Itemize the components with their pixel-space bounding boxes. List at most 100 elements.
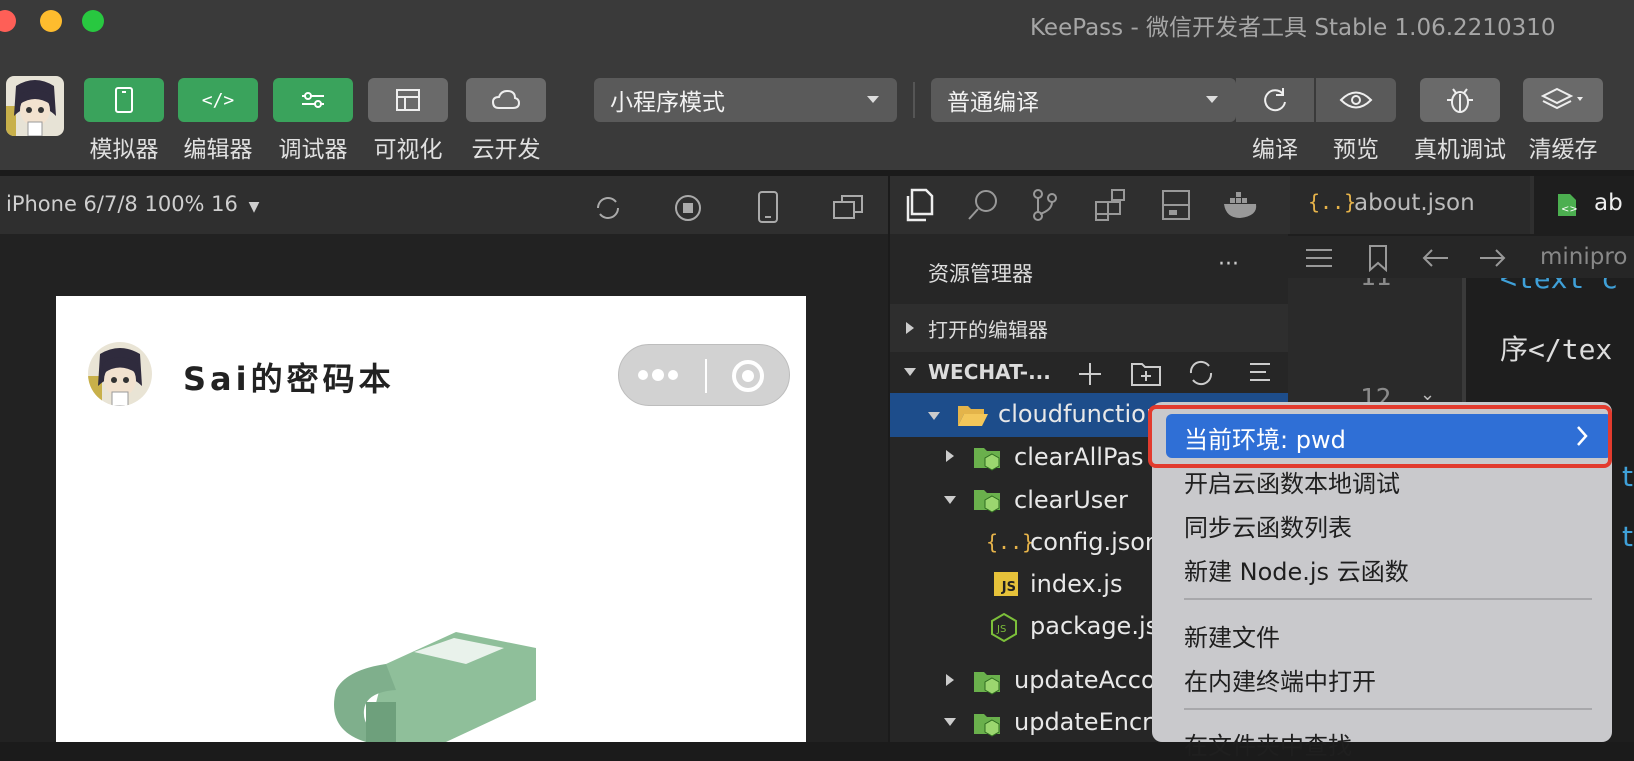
highlight-annotation: [1148, 405, 1612, 468]
folder-open-icon: [958, 406, 988, 426]
debugger-button[interactable]: [273, 78, 353, 122]
breadcrumb[interactable]: minipro: [1540, 244, 1627, 270]
user-avatar[interactable]: [6, 76, 64, 136]
arrow-left-icon[interactable]: [1420, 246, 1450, 270]
book-icon: [334, 632, 536, 742]
app-title: Sai的密码本: [183, 360, 395, 398]
cloud-function-folder-open-icon: [974, 714, 1000, 737]
close-app-button[interactable]: [731, 359, 765, 397]
chevron-down-icon: [904, 368, 916, 376]
cloud-function-folder-open-icon: [974, 490, 1000, 513]
stop-icon[interactable]: [672, 192, 704, 224]
menu-item-find-in-folder[interactable]: 在文件夹中查找: [1184, 726, 1352, 761]
bookmark-icon[interactable]: [1366, 244, 1390, 272]
remote-debug-button[interactable]: [1420, 78, 1500, 122]
tree-item-index-js[interactable]: index.js: [1030, 570, 1122, 598]
eye-icon: [1339, 91, 1373, 109]
collapse-all-icon[interactable]: [1244, 358, 1274, 388]
tree-item-updateacco[interactable]: updateAcco: [1014, 666, 1156, 694]
list-icon[interactable]: [1304, 246, 1334, 270]
menu-separator: [1184, 708, 1592, 710]
mode-select-value: 小程序模式: [610, 90, 725, 116]
mode-select[interactable]: 小程序模式: [594, 78, 897, 122]
app-avatar: [88, 342, 152, 406]
layout-icon: [396, 89, 420, 111]
source-control-icon[interactable]: [1030, 188, 1060, 222]
open-editors-label: 打开的编辑器: [928, 318, 1048, 342]
new-folder-icon[interactable]: [1130, 358, 1162, 388]
preview-label: 预览: [1333, 137, 1379, 163]
menu-item-local-debug[interactable]: 开启云函数本地调试: [1184, 464, 1400, 499]
tree-item-config-json[interactable]: config.json: [1030, 528, 1160, 556]
preview-button[interactable]: [1316, 78, 1396, 122]
menu-item-new-node-function[interactable]: 新建 Node.js 云函数: [1184, 552, 1409, 587]
layers-icon: [1541, 87, 1583, 110]
clear-cache-label: 清缓存: [1528, 137, 1598, 163]
tree-item-cloudfunction[interactable]: cloudfunction: [998, 400, 1161, 428]
arrow-right-icon[interactable]: [1478, 246, 1508, 270]
device-select[interactable]: iPhone 6/7/8 100% 16 ▼: [6, 192, 259, 216]
menu-item-sync-list[interactable]: 同步云函数列表: [1184, 508, 1352, 543]
code-line: 序</tex: [1500, 333, 1613, 366]
simulator-label: 模拟器: [89, 137, 159, 163]
menu-item-new-file[interactable]: 新建文件: [1184, 618, 1280, 653]
compile-select[interactable]: 普通编译: [931, 78, 1236, 122]
cloud-function-folder-icon: [974, 448, 1000, 471]
cloud-dev-label: 云开发: [471, 137, 541, 163]
compile-label: 编译: [1252, 137, 1298, 163]
caret-down-icon: ▼: [248, 199, 260, 215]
extensions-icon[interactable]: [1094, 188, 1128, 222]
more-options-button[interactable]: [637, 365, 683, 389]
code-icon: </>: [201, 89, 235, 111]
new-file-icon[interactable]: [1076, 360, 1104, 388]
cloud-icon: [491, 89, 521, 109]
device-icon[interactable]: [755, 190, 781, 224]
tab-label: about.json: [1354, 190, 1475, 216]
device-select-value: iPhone 6/7/8 100% 16: [6, 192, 238, 216]
node-file-icon: JS: [991, 612, 1017, 642]
tab-label: ab: [1594, 190, 1623, 216]
docker-icon[interactable]: [1222, 190, 1262, 220]
zoom-window-button[interactable]: [82, 10, 104, 32]
tree-item-clearuser[interactable]: clearUser: [1014, 486, 1128, 514]
debugger-label: 调试器: [278, 137, 348, 163]
minimize-window-button[interactable]: [40, 10, 62, 32]
cloud-function-folder-icon: [974, 672, 1000, 695]
rotate-icon[interactable]: [592, 192, 624, 224]
refresh-icon: [1264, 88, 1286, 112]
visualize-button[interactable]: [368, 78, 448, 122]
simulator-button[interactable]: [84, 78, 164, 122]
target-icon: [732, 360, 764, 392]
cloud-dev-button[interactable]: [466, 78, 546, 122]
search-icon[interactable]: [966, 188, 1000, 222]
more-actions-icon[interactable]: ···: [1218, 252, 1239, 277]
tab-about-json[interactable]: {..} about.json: [1290, 176, 1530, 234]
chevron-right-icon: [946, 674, 954, 686]
chevron-down-icon: [944, 718, 956, 726]
detach-window-icon[interactable]: [832, 192, 864, 222]
capsule-divider: [705, 359, 707, 393]
tree-item-clearallpas[interactable]: clearAllPas: [1014, 443, 1144, 471]
compile-button[interactable]: [1236, 78, 1314, 122]
editor-button[interactable]: </>: [178, 78, 258, 122]
tree-item-package-json[interactable]: package.js: [1030, 612, 1158, 640]
refresh-explorer-icon[interactable]: [1186, 358, 1216, 388]
files-icon[interactable]: [904, 188, 934, 222]
menu-separator: [1184, 598, 1592, 600]
tab-active[interactable]: <> ab: [1534, 176, 1634, 234]
menu-item-open-terminal[interactable]: 在内建终端中打开: [1184, 662, 1376, 697]
chevron-down-icon: [944, 496, 956, 504]
wxml-file-icon: <>: [1558, 194, 1578, 216]
svg-text:JS: JS: [996, 624, 1006, 635]
chevron-right-icon: [946, 450, 954, 462]
save-panel-icon[interactable]: [1160, 188, 1192, 222]
tree-item-updateencr[interactable]: updateEncr: [1014, 708, 1152, 736]
sliders-icon: [302, 92, 324, 108]
clear-cache-button[interactable]: [1523, 78, 1603, 122]
chevron-down-icon: [928, 412, 940, 420]
toolbar-divider: [913, 82, 915, 118]
remote-debug-label: 真机调试: [1414, 137, 1506, 163]
js-file-icon: JS: [994, 572, 1018, 596]
chevron-down-icon: [1206, 96, 1218, 103]
chevron-right-icon: [906, 322, 914, 334]
